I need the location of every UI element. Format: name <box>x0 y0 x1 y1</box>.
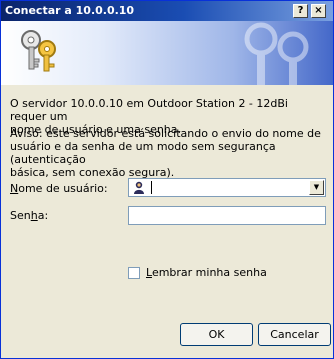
keys-icon <box>21 30 56 72</box>
login-dialog: Conectar a 10.0.0.10 ? × O servidor 10.0… <box>0 0 334 359</box>
password-label-text: Sen <box>10 209 31 222</box>
password-label-text: a: <box>37 209 49 222</box>
window-title: Conectar a 10.0.0.10 <box>5 4 135 17</box>
username-combobox[interactable]: ▼ <box>128 178 326 197</box>
close-button[interactable]: × <box>311 4 326 18</box>
warning-line: usuário e da senha de um modo sem segura… <box>10 140 276 166</box>
remember-password-label[interactable]: Lembrar minha senha <box>146 266 267 279</box>
username-label: Nome de usuário: <box>10 182 108 195</box>
password-field[interactable] <box>128 206 326 225</box>
keys-watermark-icon <box>244 22 309 85</box>
password-label-accesskey: h <box>30 209 38 222</box>
password-label: Senha: <box>10 209 48 222</box>
dropdown-arrow-icon[interactable]: ▼ <box>309 180 324 195</box>
title-bar[interactable]: Conectar a 10.0.0.10 ? × <box>1 1 333 21</box>
warning-line: Aviso: este servidor está solicitando o … <box>10 127 321 140</box>
username-label-text: ome de usuário: <box>18 182 108 195</box>
user-icon <box>134 181 144 194</box>
text-cursor <box>151 181 152 194</box>
cancel-button[interactable]: Cancelar <box>258 323 331 346</box>
server-message-line: O servidor 10.0.0.10 em Outdoor Station … <box>10 97 288 123</box>
help-button[interactable]: ? <box>293 4 308 18</box>
remember-label-text: embrar minha senha <box>151 266 267 279</box>
dialog-banner <box>1 21 333 85</box>
remember-password-checkbox[interactable] <box>128 267 140 279</box>
username-label-accesskey: N <box>10 182 19 195</box>
security-warning: Aviso: este servidor está solicitando o … <box>10 127 326 179</box>
ok-button[interactable]: OK <box>180 323 253 346</box>
